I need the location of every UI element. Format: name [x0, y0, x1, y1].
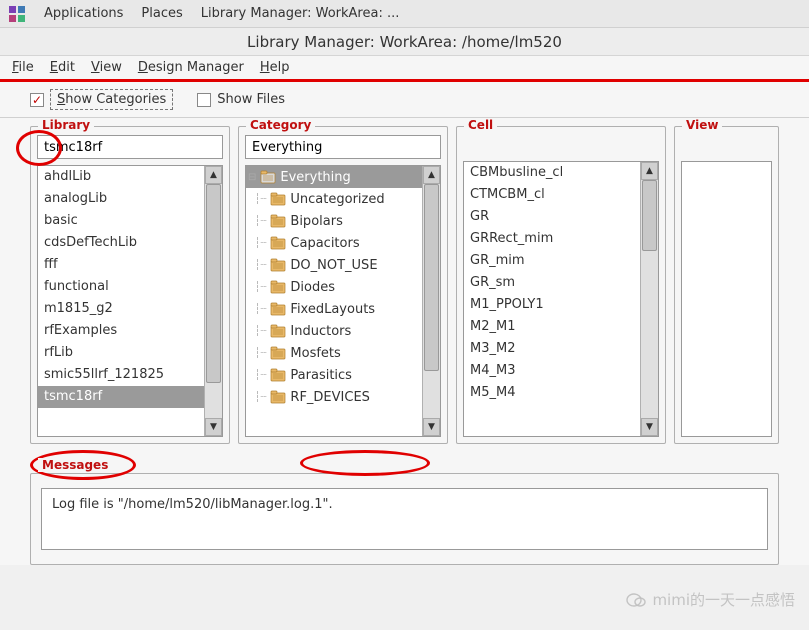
menu-view[interactable]: View: [91, 60, 122, 75]
tree-item[interactable]: ┆┈FixedLayouts: [246, 298, 422, 320]
scroll-down-icon[interactable]: ▼: [205, 418, 222, 436]
tree-item[interactable]: ┆┈Diodes: [246, 276, 422, 298]
list-item[interactable]: M4_M3: [464, 360, 640, 382]
cell-scrollbar[interactable]: ▲ ▼: [640, 162, 658, 436]
show-categories-checkbox[interactable]: [30, 93, 44, 107]
tree-item[interactable]: ┆┈Bipolars: [246, 210, 422, 232]
toolbar-row: Show Categories Show Files: [0, 82, 809, 118]
desktop-topbar: Applications Places Library Manager: Wor…: [0, 0, 809, 28]
library-panel: Library ahdlLibanalogLibbasiccdsDefTechL…: [30, 126, 230, 444]
tree-item[interactable]: ┆┈Mosfets: [246, 342, 422, 364]
list-item[interactable]: CBMbusline_cl: [464, 162, 640, 184]
window-title: Library Manager: WorkArea: /home/lm520: [0, 28, 809, 56]
list-item[interactable]: M2_M1: [464, 316, 640, 338]
cell-list[interactable]: CBMbusline_clCTMCBM_clGRGRRect_mimGR_mim…: [464, 162, 640, 436]
list-item[interactable]: ahdlLib: [38, 166, 204, 188]
panels-container: Library ahdlLibanalogLibbasiccdsDefTechL…: [0, 118, 809, 448]
tree-branch-icon: ┆┈: [248, 392, 266, 403]
tree-item[interactable]: ┆┈Capacitors: [246, 232, 422, 254]
list-item[interactable]: GRRect_mim: [464, 228, 640, 250]
list-item[interactable]: rfLib: [38, 342, 204, 364]
tree-branch-icon: ⊟: [248, 172, 256, 183]
category-filter-input[interactable]: [245, 135, 441, 159]
applications-icon: [8, 5, 26, 23]
tree-item[interactable]: ┆┈RF_DEVICES: [246, 386, 422, 408]
list-item[interactable]: m1815_g2: [38, 298, 204, 320]
tree-item[interactable]: ┆┈Uncategorized: [246, 188, 422, 210]
category-panel: Category ⊟Everything ┆┈Uncategorized ┆┈B…: [238, 126, 448, 444]
menu-help[interactable]: Help: [260, 60, 290, 75]
scroll-up-icon[interactable]: ▲: [641, 162, 658, 180]
list-item[interactable]: basic: [38, 210, 204, 232]
list-item[interactable]: tsmc18rf: [38, 386, 204, 408]
messages-log: Log file is "/home/lm520/libManager.log.…: [41, 488, 768, 550]
library-scrollbar[interactable]: ▲ ▼: [204, 166, 222, 436]
library-panel-title: Library: [38, 118, 94, 132]
tree-item[interactable]: ⊟Everything: [246, 166, 422, 188]
tree-branch-icon: ┆┈: [248, 282, 266, 293]
view-panel-title: View: [682, 118, 722, 132]
view-panel: View: [674, 126, 779, 444]
list-item[interactable]: functional: [38, 276, 204, 298]
library-list[interactable]: ahdlLibanalogLibbasiccdsDefTechLibffffun…: [38, 166, 204, 436]
list-item[interactable]: smic55llrf_121825: [38, 364, 204, 386]
show-files-checkbox[interactable]: [197, 93, 211, 107]
library-filter-input[interactable]: [37, 135, 223, 159]
tree-branch-icon: ┆┈: [248, 238, 266, 249]
scroll-up-icon[interactable]: ▲: [205, 166, 222, 184]
scroll-down-icon[interactable]: ▼: [423, 418, 440, 436]
tree-branch-icon: ┆┈: [248, 260, 266, 271]
category-scrollbar[interactable]: ▲ ▼: [422, 166, 440, 436]
list-item[interactable]: fff: [38, 254, 204, 276]
tree-branch-icon: ┆┈: [248, 370, 266, 381]
tree-item[interactable]: ┆┈Parasitics: [246, 364, 422, 386]
cell-panel: Cell CBMbusline_clCTMCBM_clGRGRRect_mimG…: [456, 126, 666, 444]
cell-panel-title: Cell: [464, 118, 497, 132]
tree-branch-icon: ┆┈: [248, 304, 266, 315]
list-item[interactable]: cdsDefTechLib: [38, 232, 204, 254]
window-switcher[interactable]: Library Manager: WorkArea: ...: [201, 6, 400, 21]
list-item[interactable]: GR_sm: [464, 272, 640, 294]
list-item[interactable]: M5_M4: [464, 382, 640, 404]
watermark: mimi的一天一点感悟: [626, 589, 795, 610]
list-item[interactable]: CTMCBM_cl: [464, 184, 640, 206]
menu-file[interactable]: File: [12, 60, 34, 75]
tree-item[interactable]: ┆┈DO_NOT_USE: [246, 254, 422, 276]
list-item[interactable]: M1_PPOLY1: [464, 294, 640, 316]
scroll-up-icon[interactable]: ▲: [423, 166, 440, 184]
places-menu[interactable]: Places: [141, 6, 182, 21]
list-item[interactable]: rfExamples: [38, 320, 204, 342]
scroll-down-icon[interactable]: ▼: [641, 418, 658, 436]
applications-menu[interactable]: Applications: [44, 6, 123, 21]
menubar: File Edit View Design Manager Help: [0, 56, 809, 82]
wechat-icon: [626, 591, 646, 609]
list-item[interactable]: GR: [464, 206, 640, 228]
tree-branch-icon: ┆┈: [248, 194, 266, 205]
messages-title: Messages: [38, 458, 112, 472]
tree-branch-icon: ┆┈: [248, 348, 266, 359]
list-item[interactable]: GR_mim: [464, 250, 640, 272]
list-item[interactable]: analogLib: [38, 188, 204, 210]
list-item[interactable]: M3_M2: [464, 338, 640, 360]
view-list[interactable]: [682, 162, 771, 436]
category-panel-title: Category: [246, 118, 315, 132]
menu-design-manager[interactable]: Design Manager: [138, 60, 244, 75]
category-tree[interactable]: ⊟Everything ┆┈Uncategorized ┆┈Bipolars ┆…: [246, 166, 422, 436]
show-files-label: Show Files: [217, 92, 285, 107]
menu-edit[interactable]: Edit: [50, 60, 75, 75]
tree-item[interactable]: ┆┈Inductors: [246, 320, 422, 342]
tree-branch-icon: ┆┈: [248, 216, 266, 227]
tree-branch-icon: ┆┈: [248, 326, 266, 337]
messages-section: Messages Log file is "/home/lm520/libMan…: [0, 448, 809, 565]
show-categories-label: Show Categories: [50, 89, 173, 110]
